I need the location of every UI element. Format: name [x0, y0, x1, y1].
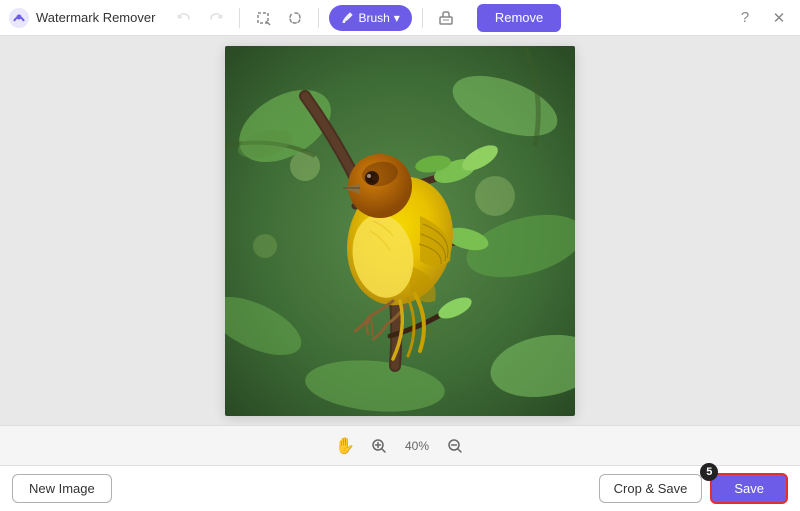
lasso-tool-button[interactable] [282, 5, 308, 31]
undo-button[interactable] [171, 5, 197, 31]
toolbar-separator-1 [239, 8, 240, 28]
close-icon: ✕ [773, 9, 786, 27]
app-title: Watermark Remover [36, 10, 155, 25]
zoom-bar: ✋ 40% [0, 425, 800, 465]
footer-right: Crop & Save 5 Save [599, 473, 788, 504]
selection-tool-button[interactable] [250, 5, 276, 31]
save-label: Save [734, 481, 764, 496]
help-icon: ? [741, 9, 749, 26]
help-button[interactable]: ? [732, 5, 758, 31]
new-image-label: New Image [29, 481, 95, 496]
save-button-wrapper: 5 Save [710, 473, 788, 504]
bird-image [225, 46, 575, 416]
remove-button[interactable]: Remove [477, 4, 561, 32]
erase-tool-button[interactable] [433, 5, 459, 31]
toolbar-separator-3 [422, 8, 423, 28]
title-bar-right: ? ✕ [732, 5, 792, 31]
image-container [225, 46, 575, 416]
redo-button[interactable] [203, 5, 229, 31]
close-button[interactable]: ✕ [766, 5, 792, 31]
title-bar: Watermark Remover [0, 0, 800, 36]
hand-tool-button[interactable]: ✋ [333, 434, 357, 458]
zoom-in-button[interactable] [367, 434, 391, 458]
crop-save-label: Crop & Save [614, 481, 688, 496]
crop-save-button[interactable]: Crop & Save [599, 474, 703, 503]
zoom-level: 40% [401, 439, 433, 453]
new-image-button[interactable]: New Image [12, 474, 112, 503]
toolbar: Brush ▾ Remove [171, 4, 561, 32]
brush-dropdown-icon: ▾ [394, 11, 400, 25]
brush-label: Brush [358, 11, 389, 25]
app-logo-icon [8, 7, 30, 29]
zoom-out-button[interactable] [443, 434, 467, 458]
remove-label: Remove [495, 10, 543, 25]
save-button[interactable]: Save [710, 473, 788, 504]
footer: New Image Crop & Save 5 Save [0, 465, 800, 511]
hand-icon: ✋ [335, 436, 355, 456]
main-content [0, 36, 800, 425]
brush-tool-button[interactable]: Brush ▾ [329, 5, 411, 31]
toolbar-separator-2 [318, 8, 319, 28]
